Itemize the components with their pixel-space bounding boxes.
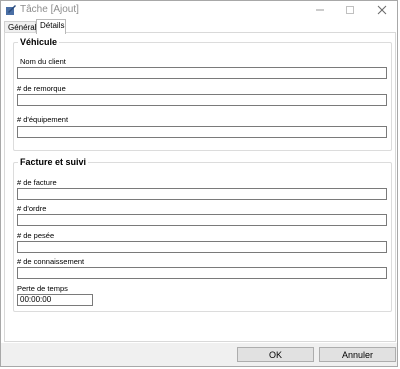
tab-strip: Général Détails	[1, 19, 397, 34]
weighing-number-input[interactable]	[17, 241, 387, 253]
client-name-input[interactable]	[17, 67, 387, 79]
title-bar: Tâche [Ajout]	[1, 1, 397, 19]
maximize-icon	[346, 6, 354, 14]
order-number-label: # d'ordre	[17, 204, 47, 213]
facture-group: Facture et suivi	[13, 157, 392, 312]
client-name-label: Nom du client	[20, 57, 66, 66]
tab-details[interactable]: Détails	[36, 19, 66, 34]
facture-legend: Facture et suivi	[18, 157, 89, 167]
time-loss-label: Perte de temps	[17, 284, 68, 293]
bill-of-lading-label: # de connaissement	[17, 257, 85, 266]
time-loss-input[interactable]: 00:00:00	[17, 294, 93, 306]
close-button[interactable]	[367, 1, 397, 19]
invoice-number-input[interactable]	[17, 188, 387, 200]
ok-button[interactable]: OK	[237, 347, 314, 362]
cancel-button[interactable]: Annuler	[319, 347, 396, 362]
order-number-input[interactable]	[17, 214, 387, 226]
trailer-number-label: # de remorque	[17, 84, 66, 93]
bill-of-lading-input[interactable]	[17, 267, 387, 279]
app-icon	[6, 5, 16, 15]
equipment-number-input[interactable]	[17, 126, 387, 138]
equipment-number-label: # d'équipement	[17, 115, 69, 124]
invoice-number-label: # de facture	[17, 178, 57, 187]
minimize-button[interactable]	[305, 1, 335, 19]
minimize-icon	[316, 9, 324, 11]
button-bar: OK Annuler	[1, 343, 397, 366]
dialog-window: Tâche [Ajout] Général Détails Véhicule N…	[0, 0, 398, 367]
tab-panel-details: Véhicule Nom du client # de remorque # d…	[4, 32, 396, 342]
close-icon	[377, 5, 387, 15]
vehicule-legend: Véhicule	[18, 37, 60, 47]
window-title: Tâche [Ajout]	[20, 4, 79, 15]
maximize-button[interactable]	[335, 1, 365, 19]
trailer-number-input[interactable]	[17, 94, 387, 106]
weighing-number-label: # de pesée	[17, 231, 55, 240]
